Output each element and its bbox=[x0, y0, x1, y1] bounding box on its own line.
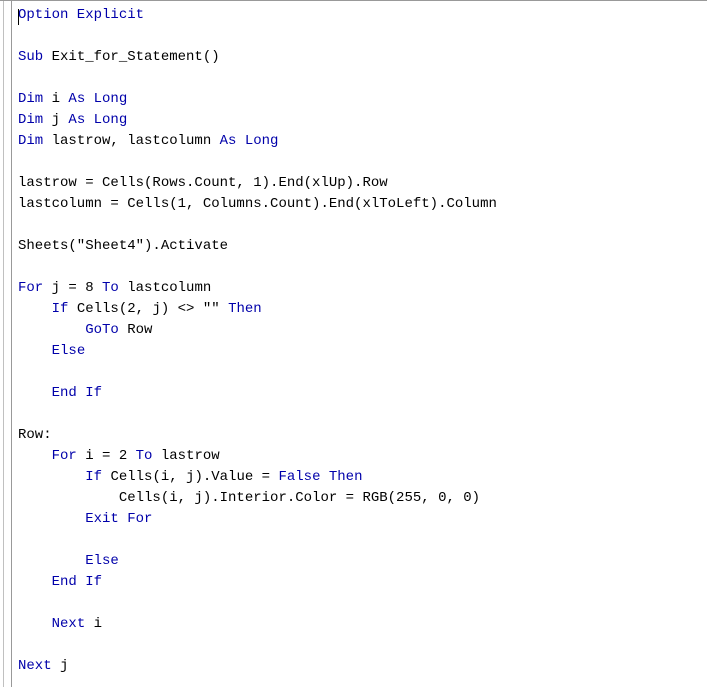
editor-gutter bbox=[0, 1, 12, 687]
code-line[interactable]: Else bbox=[18, 551, 701, 572]
code-line[interactable] bbox=[18, 404, 701, 425]
text-token: j = 8 bbox=[52, 280, 102, 296]
code-line[interactable]: If Cells(i, j).Value = False Then bbox=[18, 467, 701, 488]
keyword-token: Next bbox=[52, 616, 94, 632]
keyword-token: False Then bbox=[278, 469, 362, 485]
keyword-token: End If bbox=[52, 574, 102, 590]
text-token: i = 2 bbox=[85, 448, 135, 464]
keyword-token: As Long bbox=[220, 133, 279, 149]
margin-indicator bbox=[3, 1, 4, 687]
text-token: lastcolumn bbox=[127, 280, 211, 296]
keyword-token: Next bbox=[18, 658, 60, 674]
text-token: j bbox=[52, 112, 69, 128]
text-token bbox=[18, 469, 85, 485]
code-line[interactable]: Dim lastrow, lastcolumn As Long bbox=[18, 131, 701, 152]
code-line[interactable] bbox=[18, 68, 701, 89]
keyword-token: Exit For bbox=[85, 511, 152, 527]
code-line[interactable]: For i = 2 To lastrow bbox=[18, 446, 701, 467]
keyword-token: Dim bbox=[18, 112, 52, 128]
code-line[interactable] bbox=[18, 257, 701, 278]
code-line[interactable] bbox=[18, 677, 701, 687]
keyword-token: Sub bbox=[18, 49, 52, 65]
code-line[interactable]: End If bbox=[18, 383, 701, 404]
code-line[interactable]: lastcolumn = Cells(1, Columns.Count).End… bbox=[18, 194, 701, 215]
code-area[interactable]: Option Explicit Sub Exit_for_Statement()… bbox=[12, 1, 707, 687]
code-line[interactable]: Sub Exit_for_Statement() bbox=[18, 47, 701, 68]
keyword-token: GoTo bbox=[85, 322, 127, 338]
text-token bbox=[18, 616, 52, 632]
text-token: i bbox=[94, 616, 102, 632]
text-token: lastrow bbox=[161, 448, 220, 464]
text-token: Sheets("Sheet4").Activate bbox=[18, 238, 228, 254]
code-line[interactable]: For j = 8 To lastcolumn bbox=[18, 278, 701, 299]
text-token bbox=[18, 343, 52, 359]
text-token bbox=[18, 448, 52, 464]
code-line[interactable]: Else bbox=[18, 341, 701, 362]
text-token: Cells(i, j).Value = bbox=[110, 469, 278, 485]
keyword-token: Dim bbox=[18, 133, 52, 149]
keyword-token: As Long bbox=[68, 112, 127, 128]
code-line[interactable] bbox=[18, 362, 701, 383]
code-line[interactable]: Exit For bbox=[18, 509, 701, 530]
code-line[interactable]: If Cells(2, j) <> "" Then bbox=[18, 299, 701, 320]
text-token bbox=[18, 322, 85, 338]
keyword-token: Option Explicit bbox=[18, 7, 144, 23]
code-line[interactable] bbox=[18, 635, 701, 656]
text-token: Cells(2, j) <> "" bbox=[77, 301, 228, 317]
text-token: lastrow, lastcolumn bbox=[52, 133, 220, 149]
code-line[interactable]: Next j bbox=[18, 656, 701, 677]
text-token: Cells(i, j).Interior.Color = RGB(255, 0,… bbox=[18, 490, 480, 506]
text-token bbox=[18, 553, 85, 569]
text-token bbox=[18, 385, 52, 401]
code-line[interactable]: Cells(i, j).Interior.Color = RGB(255, 0,… bbox=[18, 488, 701, 509]
keyword-token: To bbox=[136, 448, 161, 464]
text-token bbox=[18, 511, 85, 527]
code-line[interactable] bbox=[18, 152, 701, 173]
code-line[interactable]: Sheets("Sheet4").Activate bbox=[18, 236, 701, 257]
code-line[interactable] bbox=[18, 530, 701, 551]
code-line[interactable]: GoTo Row bbox=[18, 320, 701, 341]
keyword-token: Else bbox=[85, 553, 119, 569]
keyword-token: If bbox=[52, 301, 77, 317]
keyword-token: As Long bbox=[68, 91, 127, 107]
text-token: lastrow = Cells(Rows.Count, 1).End(xlUp)… bbox=[18, 175, 388, 191]
keyword-token: Dim bbox=[18, 91, 52, 107]
text-token: Exit_for_Statement() bbox=[52, 49, 220, 65]
keyword-token: To bbox=[102, 280, 127, 296]
code-line[interactable]: lastrow = Cells(Rows.Count, 1).End(xlUp)… bbox=[18, 173, 701, 194]
code-line[interactable]: Next i bbox=[18, 614, 701, 635]
text-token bbox=[18, 301, 52, 317]
code-line[interactable]: Dim i As Long bbox=[18, 89, 701, 110]
code-line[interactable] bbox=[18, 215, 701, 236]
keyword-token: If bbox=[85, 469, 110, 485]
text-token: Row bbox=[127, 322, 152, 338]
keyword-token: For bbox=[52, 448, 86, 464]
code-line[interactable] bbox=[18, 26, 701, 47]
code-line[interactable]: Row: bbox=[18, 425, 701, 446]
text-token: i bbox=[52, 91, 69, 107]
text-token: j bbox=[60, 658, 68, 674]
text-token bbox=[18, 574, 52, 590]
code-line[interactable]: Dim j As Long bbox=[18, 110, 701, 131]
keyword-token: For bbox=[18, 280, 52, 296]
keyword-token: Then bbox=[228, 301, 262, 317]
keyword-token: Else bbox=[52, 343, 86, 359]
code-line[interactable]: Option Explicit bbox=[18, 5, 701, 26]
text-token: lastcolumn = Cells(1, Columns.Count).End… bbox=[18, 196, 497, 212]
code-line[interactable]: End If bbox=[18, 572, 701, 593]
code-line[interactable] bbox=[18, 593, 701, 614]
text-token: Row: bbox=[18, 427, 52, 443]
keyword-token: End If bbox=[52, 385, 102, 401]
vba-editor: Option Explicit Sub Exit_for_Statement()… bbox=[0, 0, 707, 687]
